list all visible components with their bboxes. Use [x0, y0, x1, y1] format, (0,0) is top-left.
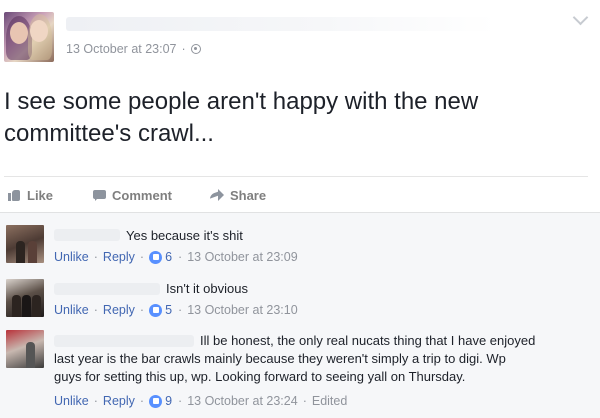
edited-label[interactable]: Edited [312, 394, 347, 408]
like-button[interactable]: Like [8, 188, 53, 203]
chevron-down-icon[interactable] [572, 9, 589, 26]
unlike-link[interactable]: Unlike [54, 303, 89, 317]
reaction-count[interactable]: 6 [165, 250, 172, 264]
like-label: Like [27, 187, 54, 203]
reaction-count[interactable]: 5 [165, 303, 172, 317]
commenter-avatar[interactable] [6, 225, 44, 263]
like-reaction-icon[interactable] [149, 303, 163, 317]
action-bar: Like Comment Share [6, 184, 266, 206]
share-button[interactable]: Share [210, 188, 266, 203]
reply-link[interactable]: Reply [103, 303, 135, 317]
reply-link[interactable]: Reply [103, 394, 135, 408]
facebook-post: 13 October at 23:07 · I see some people … [0, 0, 600, 418]
post-text: I see some people aren't happy with the … [4, 88, 479, 147]
comment-text-line-1: Ill be honest, the only real nucats thin… [200, 333, 536, 348]
unlike-link[interactable]: Unlike [54, 250, 89, 264]
share-arrow-icon [210, 189, 224, 201]
redacted-commenter-name [54, 283, 160, 295]
comment-meta: Unlike · Reply · 6 · 13 October at 23:09 [54, 250, 298, 264]
post-header: 13 October at 23:07 · [0, 0, 600, 70]
thumbs-up-icon [8, 189, 21, 201]
author-avatar[interactable] [4, 12, 54, 62]
comments-section: Yes because it's shit Unlike · Reply · 6… [0, 212, 600, 418]
unlike-link[interactable]: Unlike [54, 394, 89, 408]
reply-link[interactable]: Reply [103, 250, 135, 264]
comment-timestamp[interactable]: 13 October at 23:24 [187, 394, 298, 408]
redacted-commenter-name [54, 229, 120, 241]
comment-text-line-2: last year is the bar crawls mainly becau… [54, 351, 506, 366]
like-reaction-icon[interactable] [149, 250, 163, 264]
commenter-avatar[interactable] [6, 330, 44, 368]
speech-bubble-icon [93, 189, 107, 201]
like-reaction-icon[interactable] [149, 394, 163, 408]
comment-timestamp[interactable]: 13 October at 23:09 [187, 250, 298, 264]
comment-timestamp[interactable]: 13 October at 23:10 [187, 303, 298, 317]
globe-icon[interactable] [190, 44, 201, 54]
comment-meta: Unlike · Reply · 5 · 13 October at 23:10 [54, 303, 298, 317]
divider [4, 176, 588, 177]
comment-text: Isn't it obvious [166, 281, 248, 296]
comment-meta: Unlike · Reply · 9 · 13 October at 23:24… [54, 394, 348, 408]
comment-label: Comment [112, 187, 172, 203]
post-timestamp[interactable]: 13 October at 23:07 [66, 42, 177, 56]
comment-button[interactable]: Comment [93, 188, 172, 203]
comment-text-line-3: guys for setting this up, wp. Looking fo… [54, 369, 466, 384]
post-meta: 13 October at 23:07 · [66, 42, 201, 56]
share-label: Share [229, 187, 267, 203]
redacted-commenter-name [54, 335, 194, 347]
comment-text: Yes because it's shit [126, 228, 243, 243]
redacted-author-name [66, 17, 496, 31]
reaction-count[interactable]: 9 [165, 394, 172, 408]
commenter-avatar[interactable] [6, 279, 44, 317]
